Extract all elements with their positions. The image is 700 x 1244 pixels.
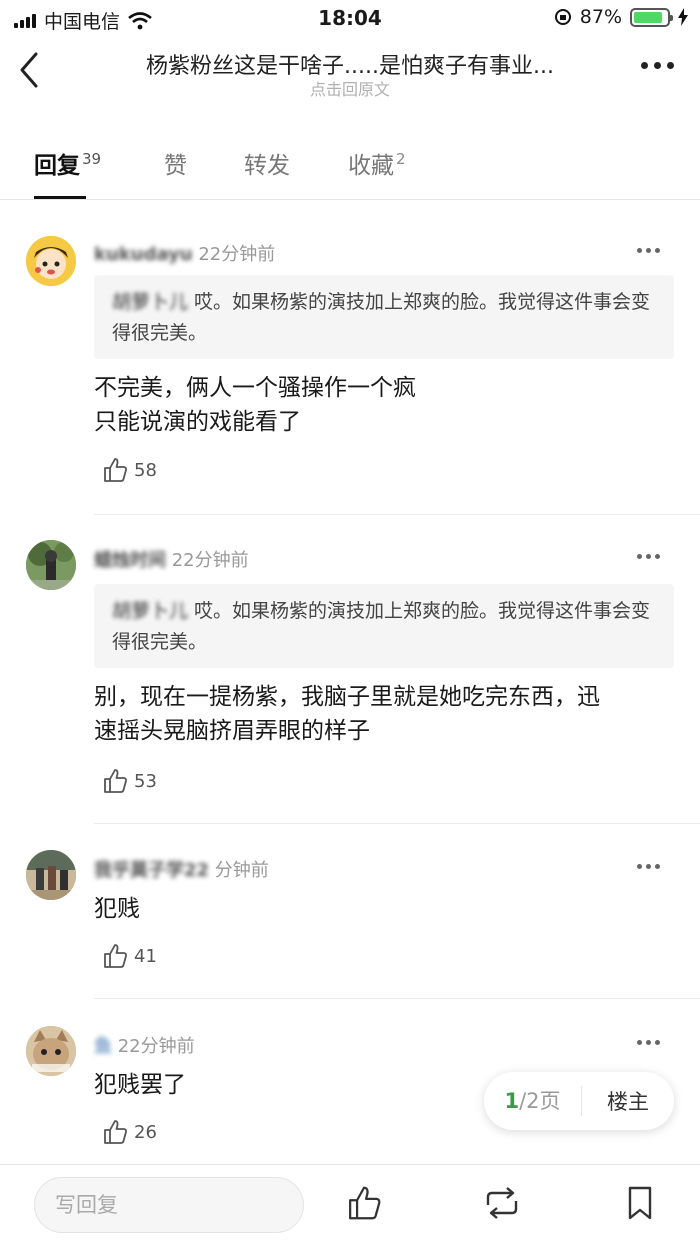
comment-text: 犯贱 <box>94 892 684 926</box>
avatar-image <box>26 236 76 286</box>
thumbs-up-icon <box>104 769 127 793</box>
tab-reposts[interactable]: 转发 <box>244 146 290 180</box>
back-to-original-link[interactable]: 点击回原文 <box>90 76 610 100</box>
page-indicator-button[interactable]: 1/2页 <box>484 1086 582 1116</box>
quoted-text: 哎。如果杨紫的演技加上郑爽的脸。我觉得这件事会变得很完美。 <box>112 600 651 653</box>
tab-bar: 回复 39 赞 转发 收藏 2 <box>0 130 700 200</box>
comment-header: 我乎莫子学22 分钟前 <box>94 856 269 882</box>
comment-header: kukudayu 22分钟前 <box>94 240 275 266</box>
tab-label: 收藏 <box>348 153 394 179</box>
battery-icon <box>630 7 673 27</box>
like-button[interactable]: 26 <box>102 1119 157 1145</box>
quoted-comment[interactable]: 胡萝卜儿 哎。如果杨紫的演技加上郑爽的脸。我觉得这件事会变得很完美。 <box>94 275 674 359</box>
op-only-button[interactable]: 楼主 <box>582 1086 674 1116</box>
like-button[interactable]: 58 <box>102 457 157 483</box>
divider <box>94 514 700 515</box>
comment-time: 22分钟前 <box>117 1036 195 1057</box>
tab-favorites[interactable]: 收藏 2 <box>348 146 406 180</box>
thumbs-up-icon <box>104 944 127 968</box>
comment-more-button[interactable] <box>637 554 660 559</box>
avatar-image <box>26 540 76 590</box>
tab-likes[interactable]: 赞 <box>164 146 187 180</box>
comment-text: 不完美，俩人一个骚操作一个疯 只能说演的戏能看了 <box>94 371 684 439</box>
nav-bar: 杨紫粉丝这是干啥子.....是怕爽子有事业... 点击回原文 <box>0 36 700 106</box>
avatar[interactable] <box>26 1026 76 1076</box>
like-count: 26 <box>134 1121 157 1143</box>
tab-replies[interactable]: 回复 39 <box>34 146 101 180</box>
like-count: 53 <box>134 770 157 792</box>
repost-icon <box>486 1187 518 1219</box>
bookmark-icon <box>628 1186 652 1220</box>
comment-more-button[interactable] <box>637 248 660 253</box>
username[interactable]: 鱼 <box>94 1032 112 1058</box>
comment-time: 22分钟前 <box>171 550 249 571</box>
bottom-toolbar: 写回复 <box>0 1164 700 1244</box>
reply-input[interactable]: 写回复 <box>34 1177 304 1233</box>
username[interactable]: 蜡烛时间 <box>94 546 166 572</box>
quoted-text: 哎。如果杨紫的演技加上郑爽的脸。我觉得这件事会变得很完美。 <box>112 291 651 344</box>
comment-line: 犯贱 <box>94 896 140 922</box>
status-bar: 中国电信 18:04 87% <box>0 0 700 36</box>
quoted-username: 胡萝卜儿 <box>112 600 189 622</box>
comment-line: 不完美，俩人一个骚操作一个疯 <box>94 375 416 401</box>
comment-header: 蜡烛时间 22分钟前 <box>94 546 249 572</box>
like-post-button[interactable] <box>346 1185 382 1221</box>
avatar[interactable] <box>26 540 76 590</box>
like-button[interactable]: 41 <box>102 943 157 969</box>
comment-time: 分钟前 <box>214 860 269 881</box>
comment-more-button[interactable] <box>637 1040 660 1045</box>
repost-button[interactable] <box>482 1185 522 1221</box>
charging-icon <box>678 8 688 26</box>
avatar[interactable] <box>26 236 76 286</box>
username[interactable]: kukudayu <box>94 244 193 265</box>
total-pages: /2页 <box>519 1089 561 1113</box>
more-options-button[interactable] <box>641 62 674 69</box>
comment-line: 速摇头晃脑挤眉弄眼的样子 <box>94 718 370 744</box>
battery-percent: 87% <box>579 6 622 28</box>
tab-label: 赞 <box>164 153 187 179</box>
tab-count: 2 <box>396 150 406 169</box>
avatar-image <box>26 1026 76 1076</box>
username[interactable]: 我乎莫子学22 <box>94 856 209 882</box>
comment-line: 只能说演的戏能看了 <box>94 409 301 435</box>
divider <box>94 998 700 999</box>
chevron-left-icon <box>20 52 38 88</box>
comment-more-button[interactable] <box>637 864 660 869</box>
page-switcher: 1/2页 楼主 <box>484 1072 674 1130</box>
like-count: 58 <box>134 459 157 481</box>
thumbs-up-icon <box>349 1186 381 1220</box>
comment-line: 别，现在一提杨紫，我脑子里就是她吃完东西，迅 <box>94 684 600 710</box>
comment-header: 鱼 22分钟前 <box>94 1032 195 1058</box>
status-right: 87% <box>554 6 688 28</box>
tab-count: 39 <box>82 150 102 169</box>
avatar-image <box>26 850 76 900</box>
tab-label: 回复 <box>34 153 80 179</box>
active-tab-indicator <box>34 196 86 199</box>
quoted-comment[interactable]: 胡萝卜儿 哎。如果杨紫的演技加上郑爽的脸。我觉得这件事会变得很完美。 <box>94 584 674 668</box>
divider <box>94 823 700 824</box>
current-page: 1 <box>504 1089 520 1113</box>
thumbs-up-icon <box>104 1120 127 1144</box>
battery-fill <box>634 11 662 23</box>
tab-label: 转发 <box>244 153 290 179</box>
comment-text: 别，现在一提杨紫，我脑子里就是她吃完东西，迅 速摇头晃脑挤眉弄眼的样子 <box>94 680 684 748</box>
orientation-lock-icon <box>554 9 571 25</box>
like-button[interactable]: 53 <box>102 768 157 794</box>
avatar[interactable] <box>26 850 76 900</box>
bookmark-button[interactable] <box>622 1185 658 1221</box>
comment-time: 22分钟前 <box>198 244 276 265</box>
thumbs-up-icon <box>104 458 127 482</box>
like-count: 41 <box>134 945 157 967</box>
back-button[interactable] <box>16 48 56 92</box>
quoted-username: 胡萝卜儿 <box>112 291 189 313</box>
